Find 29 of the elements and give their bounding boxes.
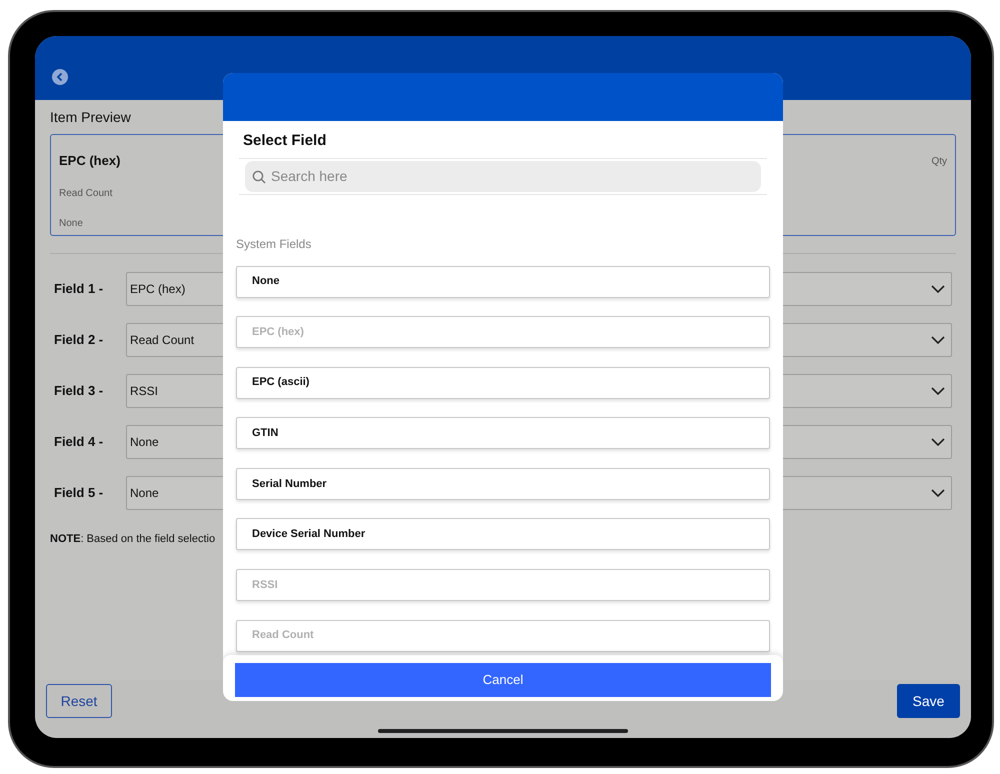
save-button[interactable]: Save	[897, 684, 960, 718]
reset-button[interactable]: Reset	[46, 684, 112, 718]
preview-secondary: Read Count	[59, 186, 114, 200]
preview-tertiary: None	[59, 216, 84, 230]
field-option[interactable]: Serial Number	[236, 468, 770, 500]
chevron-down-icon	[931, 387, 945, 395]
dialog-title: Select Field	[243, 131, 328, 151]
field-option[interactable]: None	[236, 266, 770, 298]
chevron-down-icon	[931, 489, 945, 497]
field-option[interactable]: GTIN	[236, 417, 770, 450]
field-option[interactable]: Device Serial Number	[236, 518, 770, 550]
chevron-down-icon	[931, 285, 945, 293]
section-title: Item Preview	[50, 108, 132, 127]
cancel-button[interactable]: Cancel	[235, 663, 771, 697]
note-text: NOTE: Based on the field selectio	[50, 532, 216, 547]
field-label: Field 5 -	[54, 484, 104, 502]
chevron-down-icon	[931, 336, 945, 344]
field-label: Field 3 -	[54, 382, 104, 400]
search-field[interactable]: Search here	[245, 160, 761, 192]
search-icon	[252, 170, 266, 184]
field-option[interactable]: EPC (ascii)	[236, 366, 770, 399]
chevron-down-icon	[931, 438, 945, 446]
section-heading: System Fields	[236, 236, 312, 252]
field-label: Field 4 -	[54, 433, 104, 452]
field-label: Field 1 -	[54, 280, 104, 298]
back-icon[interactable]	[52, 69, 68, 85]
preview-qty: Qty	[931, 155, 947, 169]
preview-primary: EPC (hex)	[59, 152, 120, 170]
field-label: Field 2 -	[54, 331, 104, 350]
